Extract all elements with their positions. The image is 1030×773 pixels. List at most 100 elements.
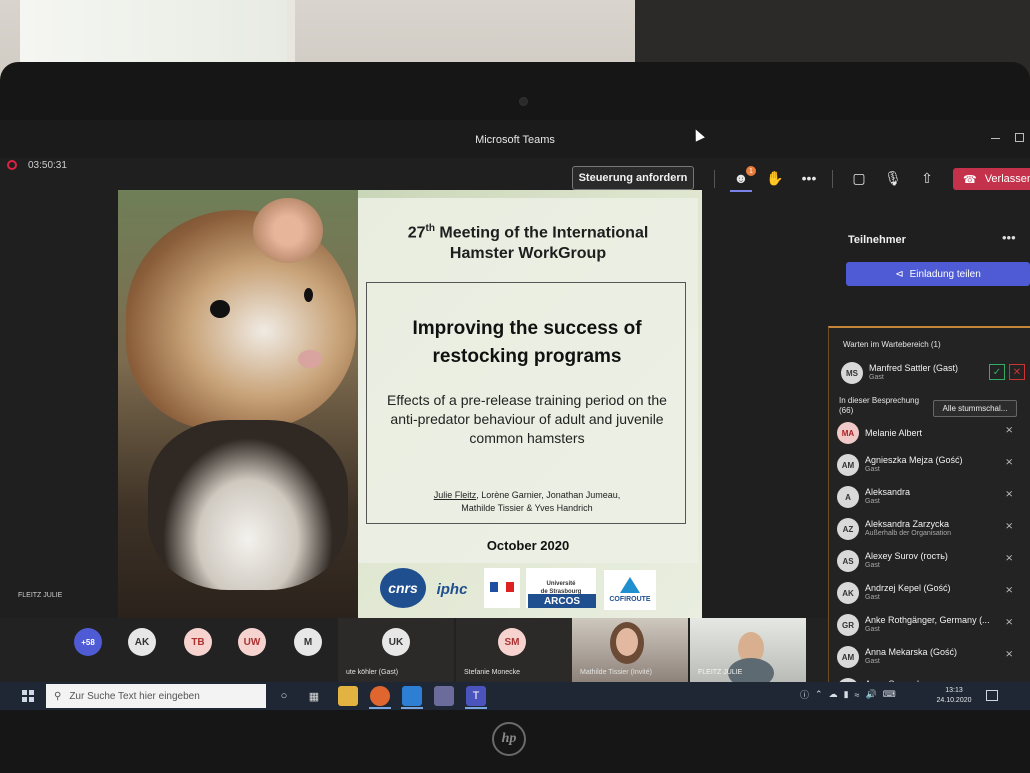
authors-line1: , Lorène Garnier, Jonathan Jumeau, [476, 490, 621, 500]
university-line1: Université [546, 581, 576, 587]
camera-off-icon[interactable]: ▢ [848, 168, 870, 188]
more-participants-button[interactable]: +58 [74, 628, 102, 656]
waiting-participant-row[interactable]: MS Manfred Sattler (Gast) Gast ✓ ✕ [841, 360, 1029, 388]
avatar[interactable]: UW [238, 628, 266, 656]
request-control-button[interactable]: Steuerung anfordern [572, 166, 694, 190]
deny-close-icon[interactable]: ✕ [1009, 364, 1025, 380]
firefox-icon[interactable] [370, 686, 390, 706]
heading-line2: Hamster WorkGroup [449, 245, 607, 263]
help-icon[interactable]: ⓘ [800, 688, 809, 701]
network-icon[interactable]: ≈ [855, 690, 860, 700]
taskbar-search-input[interactable]: ⚲ Zur Suche Text hier eingeben [46, 684, 266, 708]
mic-muted-icon: ⨯ [1005, 585, 1014, 596]
leave-button[interactable]: ☎ Verlassen [953, 168, 1030, 190]
video-feed[interactable]: FLEITZ JULIE [690, 618, 806, 682]
minimize-icon[interactable] [991, 138, 1000, 139]
windows-start-icon[interactable] [22, 690, 34, 702]
active-app-indicator [401, 707, 423, 709]
cofiroute-symbol-icon [620, 577, 640, 593]
authors-line2: Mathilde Tissier & Yves Handrich [461, 503, 593, 513]
main-title-line2: restocking programs [432, 346, 622, 367]
participant-tile[interactable]: SM Stefanie Monecke [456, 618, 572, 682]
share-invite-button[interactable]: ⊲ Einladung teilen [846, 262, 1030, 286]
participant-row[interactable]: AM Anna Mekarska (Gość) Gast ⨯ [837, 644, 1027, 672]
heading-ordinal-suffix: th [425, 223, 435, 234]
share-screen-icon[interactable]: ⇧ [916, 168, 938, 188]
chevron-up-icon[interactable]: ⌃ [815, 689, 823, 700]
avatar: MS [841, 362, 863, 384]
mic-muted-icon: ⨯ [1005, 489, 1014, 500]
slide-date: October 2020 [486, 538, 570, 553]
hamster-photo [118, 190, 358, 618]
avatar[interactable]: M [294, 628, 322, 656]
avatar: MA [837, 422, 859, 444]
mic-muted-icon: ⨯ [1005, 521, 1014, 532]
avatar[interactable]: TB [184, 628, 212, 656]
language-icon[interactable]: ⌨ [883, 689, 896, 700]
hp-logo: hp [492, 722, 526, 756]
video-feed[interactable]: Mathilde Tissier (Invité) [572, 618, 688, 682]
avatar: AZ [837, 518, 859, 540]
search-placeholder: Zur Suche Text hier eingeben [69, 690, 200, 702]
mic-muted-icon: ⨯ [1005, 425, 1014, 436]
battery-icon[interactable]: ▮ [844, 689, 849, 700]
notification-icon[interactable] [986, 690, 998, 701]
participant-tile[interactable]: UK ute köhler (Gast) [338, 618, 454, 682]
participant-role: Außerhalb der Organisation [865, 530, 951, 537]
participant-name: Aleksandra Zarzycka [865, 519, 950, 529]
participant-row[interactable]: GR Anke Rothgänger, Germany (... Gast ⨯ [837, 612, 1027, 640]
volume-icon[interactable]: 🔊 [865, 689, 876, 700]
cortana-icon[interactable]: ○ [274, 686, 294, 706]
tile-label: Mathilde Tissier (Invité) [580, 669, 652, 676]
admit-check-icon[interactable]: ✓ [989, 364, 1005, 380]
outlook-icon[interactable] [402, 686, 422, 706]
avatar: AS [837, 550, 859, 572]
republique-logo [484, 568, 520, 608]
participant-row[interactable]: A Aleksandra Gast ⨯ [837, 484, 1027, 512]
active-indicator [730, 190, 752, 192]
meeting-timer: 03:50:31 [28, 160, 67, 171]
slide-subtitle: Effects of a pre-release training period… [387, 392, 667, 446]
slide-title-box: Improving the success of restocking prog… [366, 282, 686, 524]
file-explorer-icon[interactable] [338, 686, 358, 706]
participant-row[interactable]: AM Agnieszka Mejza (Gość) Gast ⨯ [837, 452, 1027, 480]
cloud-icon[interactable]: ☁ [829, 689, 838, 700]
avatar[interactable]: AK [128, 628, 156, 656]
maximize-icon[interactable] [1015, 133, 1024, 142]
toolbar-divider [832, 170, 833, 188]
waiting-section-header[interactable]: Warten im Wartebereich (1) [843, 340, 941, 349]
mic-off-icon[interactable]: 🎙 [882, 168, 904, 188]
more-actions-icon[interactable]: ••• [798, 168, 820, 188]
participant-role: Gast [865, 562, 880, 569]
panel-more-icon[interactable]: ••• [1002, 230, 1016, 245]
hamster-eye [304, 288, 313, 302]
cofiroute-label: COFIROUTE [609, 596, 651, 603]
teams-icon[interactable]: T [466, 686, 486, 706]
participants-list[interactable]: Warten im Wartebereich (1) MS Manfred Sa… [828, 326, 1030, 710]
task-view-icon[interactable]: ▦ [304, 686, 324, 706]
participant-role: Gast [869, 374, 884, 381]
participant-row[interactable]: AK Andrzej Kepel (Gość) Gast ⨯ [837, 580, 1027, 608]
avatar: GR [837, 614, 859, 636]
video-gallery: +58 AK TB UW M UK ute köhler (Gast) SM S… [0, 618, 828, 682]
avatar: A [837, 486, 859, 508]
cofiroute-logo: COFIROUTE [604, 570, 656, 610]
avatar: AK [837, 582, 859, 604]
taskbar-clock[interactable]: 13:13 24.10.2020 [926, 686, 982, 706]
participant-row[interactable]: MA Melanie Albert ⨯ [837, 420, 1027, 448]
participants-badge: 1 [746, 166, 756, 176]
slide-heading: 27th Meeting of the International Hamste… [358, 218, 698, 264]
participant-row[interactable]: AS Alexey Surov (гость) Gast ⨯ [837, 548, 1027, 576]
share-invite-label: Einladung teilen [909, 268, 981, 280]
tile-label: Stefanie Monecke [464, 669, 521, 676]
mute-all-button[interactable]: Alle stummschal... [933, 400, 1017, 417]
leave-label: Verlassen [984, 173, 1030, 185]
avatar: AM [837, 646, 859, 668]
raise-hand-icon[interactable]: ✋ [764, 168, 786, 188]
app-icon[interactable] [434, 686, 454, 706]
meeting-section-header[interactable]: In dieser Besprechung (66) [839, 396, 919, 416]
tile-label: FLEITZ JULIE [698, 669, 743, 676]
meeting-section-line1: In dieser Besprechung [839, 396, 920, 405]
participant-row[interactable]: AZ Aleksandra Zarzycka Außerhalb der Org… [837, 516, 1027, 544]
hamster-ear [253, 198, 323, 263]
